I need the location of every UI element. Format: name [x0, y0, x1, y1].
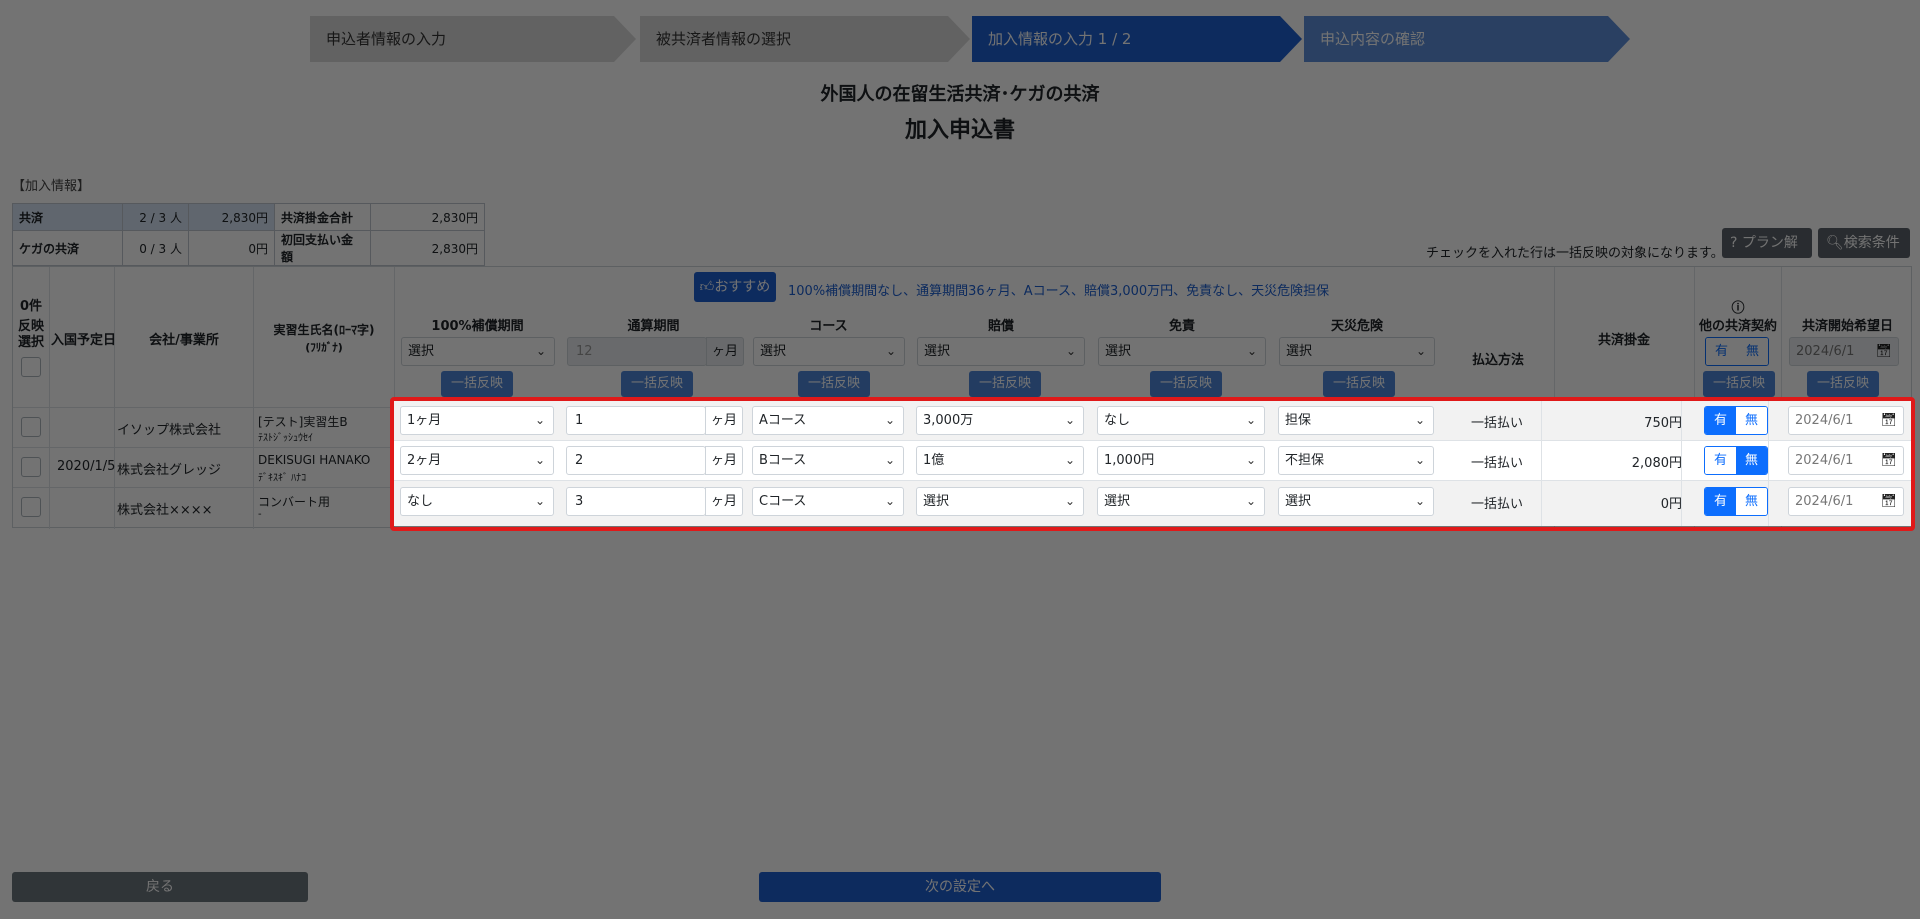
recommend-button[interactable]: 👍︎おすすめ [694, 272, 776, 302]
row-checkbox[interactable] [21, 497, 41, 517]
summary-count: 2 / 3 人 [122, 203, 189, 231]
entry-date: 2020/1/5 [57, 459, 116, 474]
company-name: 株式会社グレッジ [117, 463, 222, 478]
page-subtitle: 外国人の在留生活共済･ケガの共済 [820, 84, 1100, 105]
recommend-text: 100%補償期間なし、通算期間36ヶ月、Aコース、賠償3,000万円、免責なし、… [788, 284, 1330, 299]
disaster-header: 天災危険 [1330, 319, 1383, 334]
bulk-unit-label: ヶ月 [706, 337, 744, 366]
chevron-down-icon: ⌄ [535, 344, 546, 358]
apply-liability-button[interactable]: 一括反映 [969, 371, 1041, 397]
total-period-header: 通算期間 [627, 319, 680, 334]
summary-name: 共済 [12, 203, 123, 231]
start-date-header: 共済開始希望日 [1801, 319, 1893, 334]
summary-count: 0 / 3 人 [122, 230, 189, 266]
summary-label: 【加入情報】 [12, 179, 91, 194]
step-confirm: 申込内容の確認 [1304, 16, 1630, 62]
plan-help-button[interactable]: ? プラン解説 [1722, 228, 1812, 281]
bulk-period100-select[interactable]: 選択 ⌄ [401, 337, 555, 366]
chevron-down-icon: ⌄ [1065, 344, 1076, 358]
trainee-name: [テスト]実習生B [258, 415, 348, 429]
bulk-liability-select[interactable]: 選択 ⌄ [917, 337, 1085, 366]
apply-period100-button[interactable]: 一括反映 [441, 371, 513, 397]
select-all-checkbox[interactable] [21, 357, 41, 377]
row-checkbox[interactable] [21, 417, 41, 437]
chevron-down-icon: ⌄ [1415, 344, 1426, 358]
select-count: 0件 [19, 299, 43, 314]
summary-value: 2,830円 [370, 230, 485, 266]
apply-other-contract-button[interactable]: 一括反映 [1703, 371, 1775, 397]
apply-start-date-button[interactable]: 一括反映 [1807, 371, 1879, 397]
payment-header: 払込方法 [1471, 353, 1524, 368]
bulk-deductible-select[interactable]: 選択 ⌄ [1098, 337, 1266, 366]
calendar-icon: 📅︎ [1875, 344, 1892, 359]
other-contract-header: 他の共済契約 [1698, 319, 1777, 334]
chevron-down-icon: ⌄ [1246, 344, 1257, 358]
chevron-down-icon: ⌄ [885, 344, 896, 358]
entry-date-header: 入国予定日 [51, 333, 115, 348]
summary-name: ケガの共済 [12, 230, 123, 266]
progress-stepper: 申込者情報の入力 被共済者情報の選択 加入情報の入力 1 / 2 申込内容の確認 [310, 16, 1640, 62]
summary-value: 2,830円 [370, 203, 485, 231]
bulk-other-contract-toggle[interactable]: 有無 [1705, 337, 1769, 366]
company-header: 会社/事業所 [149, 333, 219, 348]
apply-disaster-button[interactable]: 一括反映 [1323, 371, 1395, 397]
summary-key: 共済掛金合計 [274, 203, 371, 231]
step-applicant: 申込者情報の入力 [310, 16, 636, 62]
row-checkbox[interactable] [21, 457, 41, 477]
page-title: 加入申込書 [904, 118, 1015, 143]
bulk-disaster-select[interactable]: 選択 ⌄ [1279, 337, 1435, 366]
search-label: 検索条件 [1843, 235, 1900, 251]
trainee-kana-header: (ﾌﾘｶﾞﾅ) [305, 341, 343, 354]
summary-table: 共済 2 / 3 人 2,830円 共済掛金合計 2,830円 ケガの共済 0 … [12, 203, 485, 266]
search-icon: 🔍︎ [1826, 235, 1844, 251]
trainee-kana: ﾃｽﾄｼﾞｯｼｭｳｾｲ [258, 433, 313, 444]
summary-amount: 0円 [188, 230, 275, 266]
liability-header: 賠償 [987, 319, 1014, 334]
thumbs-up-icon: 👍︎ [699, 279, 715, 295]
question-icon: ? [1730, 235, 1738, 251]
back-button[interactable]: 戻る [12, 872, 308, 902]
highlight-frame [390, 397, 1915, 531]
summary-amount: 2,830円 [188, 203, 275, 231]
step-insured: 被共済者情報の選択 [640, 16, 970, 62]
bulk-note: チェックを入れた行は一括反映の対象になります。 [1426, 246, 1724, 261]
bulk-start-date-input[interactable]: 2024/6/1 📅︎ [1789, 337, 1899, 366]
trainee-kana: - [258, 509, 262, 520]
period100-header: 100%補償期間 [431, 319, 524, 334]
company-name: イソップ株式会社 [117, 423, 222, 438]
apply-deductible-button[interactable]: 一括反映 [1150, 371, 1222, 397]
search-conditions-button[interactable]: 🔍︎検索条件 [1818, 228, 1910, 258]
next-button[interactable]: 次の設定へ [759, 872, 1161, 902]
course-header: コース [809, 319, 848, 334]
bulk-total-period-input[interactable]: 12 [567, 337, 707, 366]
summary-key: 初回支払い金額 [274, 230, 371, 266]
company-name: 株式会社×××× [117, 503, 213, 518]
trainee-header: 実習生氏名(ﾛｰﾏ字) [273, 323, 375, 337]
trainee-kana: ﾃﾞｷｽｷﾞ ﾊﾅｺ [258, 473, 307, 484]
apply-total-period-button[interactable]: 一括反映 [621, 371, 693, 397]
select-header-2: 選択 [17, 335, 44, 350]
trainee-name: DEKISUGI HANAKO [258, 453, 371, 467]
step-enrollment: 加入情報の入力 1 / 2 [972, 16, 1302, 62]
deductible-header: 免責 [1168, 319, 1195, 334]
toggle-no[interactable]: 無 [1737, 338, 1768, 365]
toggle-yes[interactable]: 有 [1706, 338, 1737, 365]
apply-course-button[interactable]: 一括反映 [798, 371, 870, 397]
premium-header: 共済掛金 [1597, 333, 1650, 348]
trainee-name: コンバート用 [258, 495, 331, 509]
bulk-course-select[interactable]: 選択 ⌄ [753, 337, 905, 366]
info-icon: ⓘ [1731, 301, 1745, 316]
